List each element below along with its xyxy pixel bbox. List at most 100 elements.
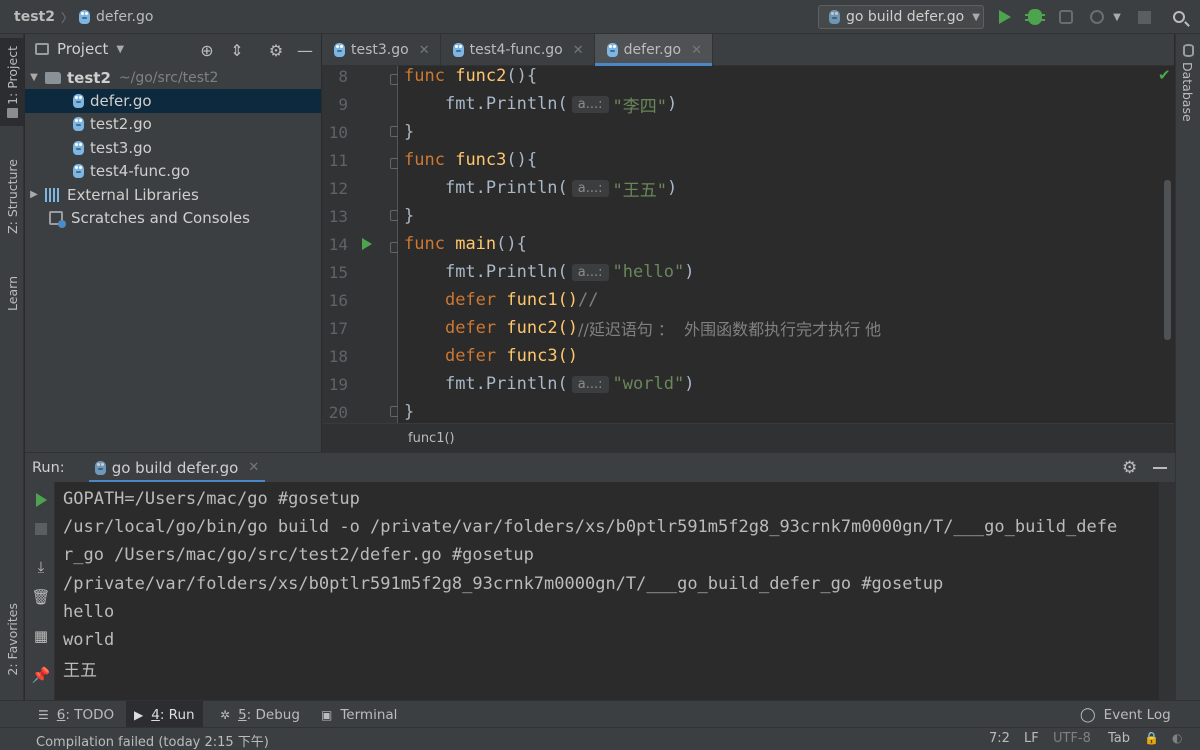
file-encoding[interactable]: UTF-8 (1053, 731, 1091, 746)
code-editor[interactable]: func func2(){ fmt.Println(a...: "李四") } f… (398, 66, 1174, 423)
go-file-icon (829, 10, 840, 24)
scratches-icon (49, 211, 66, 229)
close-icon[interactable]: ✕ (419, 43, 430, 58)
tree-item-label: test2.go (90, 115, 152, 134)
gear-icon[interactable]: ⚙ (1122, 458, 1137, 478)
run-config-select[interactable]: go build defer.go ▼ (818, 5, 984, 29)
tree-item-file[interactable]: test2.go (25, 113, 321, 136)
coverage-icon (1059, 10, 1073, 24)
function-name: func3 (455, 150, 507, 170)
stop-button[interactable] (1133, 6, 1155, 28)
line-separator[interactable]: LF (1024, 731, 1039, 746)
run-tab[interactable]: go build defer.go ✕ (88, 453, 266, 483)
function-call: func1() (506, 290, 579, 310)
tree-item-label: test4-func.go (90, 162, 190, 181)
lock-icon[interactable]: 🔒 (1144, 731, 1159, 745)
run-gutter-icon[interactable] (362, 238, 372, 250)
stop-icon (35, 523, 47, 535)
locate-icon[interactable]: ⊕ (199, 41, 215, 60)
debug-button[interactable] (1024, 6, 1046, 28)
indent-setting[interactable]: Tab (1108, 731, 1130, 746)
stop-button[interactable] (33, 521, 49, 537)
run-button[interactable] (994, 6, 1016, 28)
profile-dropdown[interactable]: ▼ (1106, 6, 1128, 28)
line-number: 16 (328, 291, 348, 310)
tool-tab-favorites[interactable]: 2: Favorites (0, 589, 24, 689)
call: fmt.Println( (444, 374, 568, 394)
code-line: func func3(){ (404, 146, 537, 174)
console-line: /usr/local/go/bin/go build -o /private/v… (63, 517, 1118, 538)
keyword: func (404, 234, 445, 254)
status-message[interactable]: Compilation failed (today 2:15 下午) (36, 731, 269, 750)
library-icon (45, 187, 61, 202)
tree-item-scratches[interactable]: Scratches and Consoles (25, 206, 321, 229)
memory-indicator-icon[interactable]: ◐ (1172, 731, 1182, 745)
pin-tab-button[interactable]: 📌 (32, 666, 51, 684)
line-number: 13 (328, 207, 348, 226)
rerun-button[interactable] (33, 492, 49, 508)
tab-event-log[interactable]: ◯ Event Log (1072, 701, 1179, 728)
tool-tab-project[interactable]: 1: Project (0, 38, 24, 126)
tool-tab-label: 2: Favorites (4, 602, 20, 676)
code-line: func func2(){ (404, 66, 537, 90)
tree-item-file[interactable]: test3.go (25, 136, 321, 159)
console-scrollbar[interactable] (1159, 482, 1175, 700)
code-breadcrumb-item[interactable]: func1() (408, 431, 455, 446)
layout-button[interactable]: ▦ (33, 627, 49, 645)
tree-item-label: Scratches and Consoles (71, 209, 250, 228)
string-literal: "hello" (612, 262, 685, 282)
nav-breadcrumb: test2 〉 defer.go (14, 0, 153, 34)
tab-debug[interactable]: ✲ 5: Debug (212, 701, 308, 728)
keyword: defer (444, 318, 497, 338)
close-icon[interactable]: ✕ (248, 460, 259, 475)
tree-item-external-libraries[interactable]: ▶ External Libraries (25, 183, 321, 206)
tool-tab-database[interactable]: Database (1180, 62, 1195, 122)
close-icon[interactable]: ✕ (573, 43, 584, 58)
tab-todo[interactable]: ☰ 6: TODO (30, 701, 122, 728)
code-line: } (404, 202, 414, 230)
coverage-button[interactable] (1055, 6, 1077, 28)
tab-label: Event Log (1103, 706, 1171, 723)
clear-all-button[interactable]: 🗑 (31, 588, 51, 606)
tree-item-root[interactable]: ▼ test2 ~/go/src/test2 (25, 66, 321, 89)
inspection-ok-icon[interactable]: ✔ (1158, 66, 1171, 84)
editor-tab-defer[interactable]: defer.go ✕ (594, 34, 713, 66)
bug-icon: ✲ (220, 707, 231, 722)
breadcrumb-project[interactable]: test2 (14, 9, 55, 25)
parameter-hint: a...: (571, 179, 609, 197)
tool-tab-structure[interactable]: Z: Structure (0, 146, 24, 246)
tab-run[interactable]: ▶ 4: Run (126, 701, 203, 728)
caret-position[interactable]: 7:2 (989, 731, 1010, 746)
speech-bubble-icon: ◯ (1080, 706, 1096, 723)
collapse-all-icon[interactable]: ⇕ (229, 41, 245, 60)
breadcrumb-file[interactable]: defer.go (96, 9, 153, 25)
line-number: 8 (338, 67, 348, 86)
punctuation: } (404, 402, 415, 422)
tab-terminal[interactable]: ▣ Terminal (313, 701, 405, 728)
minimize-icon[interactable]: — (297, 41, 313, 60)
folder-icon (45, 71, 61, 84)
run-tab-label: go build defer.go (111, 458, 239, 477)
profile-button[interactable] (1086, 6, 1108, 28)
run-console-output[interactable]: GOPATH=/Users/mac/go #gosetup /usr/local… (55, 482, 1159, 700)
minimize-icon[interactable] (1153, 467, 1167, 469)
expand-arrow-icon[interactable]: ▼ (27, 72, 41, 83)
close-icon[interactable]: ✕ (691, 43, 702, 58)
gear-icon[interactable]: ⚙ (268, 41, 284, 60)
search-everywhere-button[interactable] (1168, 6, 1190, 28)
expand-arrow-icon[interactable]: ▶ (27, 189, 41, 200)
chevron-down-icon[interactable]: ▼ (116, 44, 124, 55)
editor-tab-test3[interactable]: test3.go ✕ (322, 34, 441, 66)
keyword: func (404, 66, 445, 86)
scroll-to-end-button[interactable]: ⤓ (33, 558, 49, 576)
tree-item-file[interactable]: test4-func.go (25, 160, 321, 183)
tree-item-label: test3.go (90, 138, 152, 157)
trash-icon: 🗑 (31, 588, 51, 606)
project-view-select[interactable]: Project (57, 40, 108, 58)
editor-scrollbar[interactable] (1164, 180, 1171, 340)
editor-gutter[interactable]: 8 9 10 11 12 13 14 15 16 17 18 19 20 (322, 66, 399, 423)
line-number: 15 (328, 263, 348, 282)
editor-tab-test4-func[interactable]: test4-func.go ✕ (441, 34, 595, 66)
tree-item-file[interactable]: defer.go (25, 89, 321, 113)
tool-tab-learn[interactable]: Learn (0, 262, 24, 324)
